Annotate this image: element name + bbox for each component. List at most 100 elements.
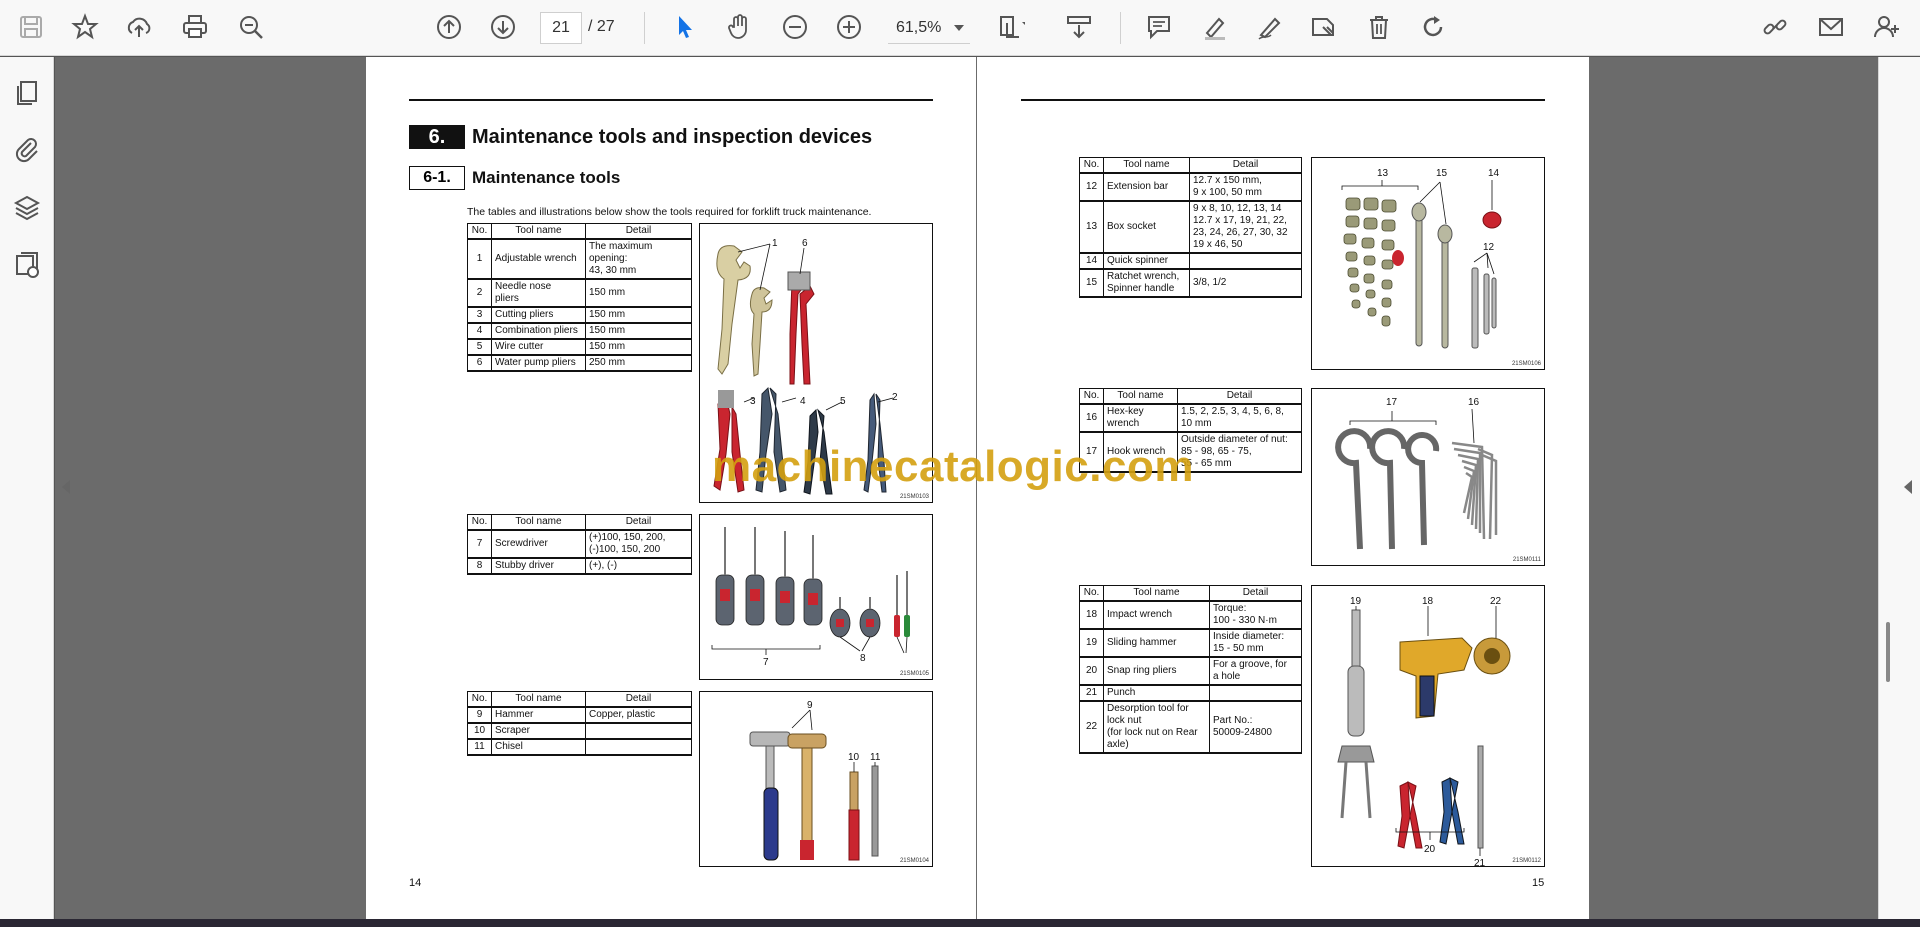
table-row: 19 Sliding hammer Inside diameter: 15 - 50… [1079,628,1302,658]
section-title: Maintenance tools and inspection devices [472,126,873,148]
cell-no: 10 [467,722,492,740]
page-info-icon[interactable] [10,247,44,281]
cell-tool-name: Scraper [491,722,586,740]
header-detail: Detail [1209,585,1302,602]
header-no: No. [467,514,492,531]
email-icon[interactable] [1812,8,1850,46]
cell-no: 19 [1079,628,1104,658]
comment-icon[interactable] [1140,8,1178,46]
callout-label: 16 [1468,397,1480,408]
cell-no: 16 [1079,403,1104,433]
intro-text: The tables and illustrations below show … [467,206,872,218]
previous-page-icon[interactable] [430,8,468,46]
draw-icon[interactable] [1250,8,1288,46]
cell-detail [585,722,692,740]
total-pages-value: 27 [596,18,615,35]
callout-label: 20 [1424,844,1436,855]
cell-no: 22 [1079,700,1104,754]
page-thumbnails-icon[interactable] [10,76,44,110]
tools-table-3: No. Tool name Detail 9 Hammer Copper, plas… [467,691,692,756]
cell-detail [1189,252,1302,270]
table-header-row: No. Tool name Detail [467,514,692,531]
cell-tool-name: Hex-key wrench [1103,403,1178,433]
hand-tool-icon[interactable] [720,8,758,46]
callout-label: 4 [800,396,806,407]
header-tool-name: Tool name [1103,157,1190,174]
current-page-input[interactable]: 21 [540,12,582,44]
share-link-icon[interactable] [1756,8,1794,46]
cell-no: 15 [1079,268,1104,298]
vertical-scrollbar[interactable] [1886,622,1890,682]
layers-icon[interactable] [10,191,44,225]
table-header-row: No. Tool name Detail [467,223,692,240]
zoom-search-icon[interactable] [232,8,270,46]
table-header-row: No. Tool name Detail [1079,388,1302,405]
cell-detail: (+), (-) [585,557,692,575]
table-row: 5 Wire cutter 150 mm [467,338,692,356]
header-tool-name: Tool name [491,514,586,531]
scroll-mode-icon[interactable] [1060,8,1098,46]
highlight-icon[interactable] [1196,8,1234,46]
attachments-icon[interactable] [10,132,44,166]
cell-tool-name: Box socket [1103,200,1190,254]
select-cursor-icon[interactable] [666,8,704,46]
section-number: 6. [409,125,465,149]
zoom-in-icon[interactable] [830,8,868,46]
figure-impact-wrench-pullers: 19 18 22 20 21 21SM0112 [1311,585,1545,867]
table-row: 9 Hammer Copper, plastic [467,706,692,724]
callout-label: 22 [1490,596,1502,607]
cell-no: 5 [467,338,492,356]
table-row: 3 Cutting pliers 150 mm [467,306,692,324]
cell-no: 1 [467,238,492,280]
cell-detail: 150 mm [585,338,692,356]
cell-no: 14 [1079,252,1104,270]
cell-detail [585,738,692,756]
header-detail: Detail [585,223,692,240]
table-row: 12 Extension bar 12.7 x 150 mm, 9 x 100, 5… [1079,172,1302,202]
cell-detail: 150 mm [585,278,692,308]
cell-tool-name: Desorption tool for lock nut (for lock n… [1103,700,1210,754]
upload-icon[interactable] [120,8,158,46]
tools-table-6: No. Tool name Detail 18 Impact wrench Torq… [1079,585,1302,754]
callout-label: 12 [1483,242,1495,253]
next-page-icon[interactable] [484,8,522,46]
cell-tool-name: Ratchet wrench, Spinner handle [1103,268,1190,298]
cell-detail: Part No.: 50009-24800 [1209,700,1302,754]
callout-label: 10 [848,752,860,763]
figure-hammers: 9 10 11 21SM0104 [699,691,933,867]
rotate-icon[interactable] [1414,8,1452,46]
table-row: 8 Stubby driver (+), (-) [467,557,692,575]
cell-detail: 9 x 8, 10, 12, 13, 14 12.7 x 17, 19, 21,… [1189,200,1302,254]
table-row: 22 Desorption tool for lock nut (for lock… [1079,700,1302,754]
collapse-left-panel-icon[interactable] [62,480,70,494]
zoom-level-select[interactable]: 61,5% [888,12,970,44]
delete-icon[interactable] [1360,8,1398,46]
cell-detail: 150 mm [585,306,692,324]
header-rule [409,99,933,101]
expand-right-panel-icon[interactable] [1904,480,1912,494]
save-icon[interactable] [12,8,50,46]
cell-detail: Torque: 100 - 330 N·m [1209,600,1302,630]
bookmark-star-icon[interactable] [66,8,104,46]
cell-tool-name: Combination pliers [491,322,586,340]
print-icon[interactable] [176,8,214,46]
cell-no: 11 [467,738,492,756]
header-no: No. [1079,388,1104,405]
page-fit-icon[interactable] [992,8,1030,46]
cell-no: 4 [467,322,492,340]
cell-detail: 12.7 x 150 mm, 9 x 100, 50 mm [1189,172,1302,202]
cell-detail [1209,684,1302,702]
callout-label: 3 [750,396,756,407]
callout-label: 8 [860,653,866,664]
header-detail: Detail [585,691,692,708]
taskbar-strip [0,919,1920,927]
socket-set-illustration: 13 15 14 12 [1341,168,1502,349]
stamp-icon[interactable] [1304,8,1342,46]
add-user-icon[interactable] [1868,8,1906,46]
screwdriver-illustration: 7 8 [711,527,910,668]
zoom-out-icon[interactable] [776,8,814,46]
cell-tool-name: Hammer [491,706,586,724]
callout-label: 5 [840,396,846,407]
chevron-down-icon [954,25,964,31]
hammer-illustration: 9 10 11 [749,700,881,861]
